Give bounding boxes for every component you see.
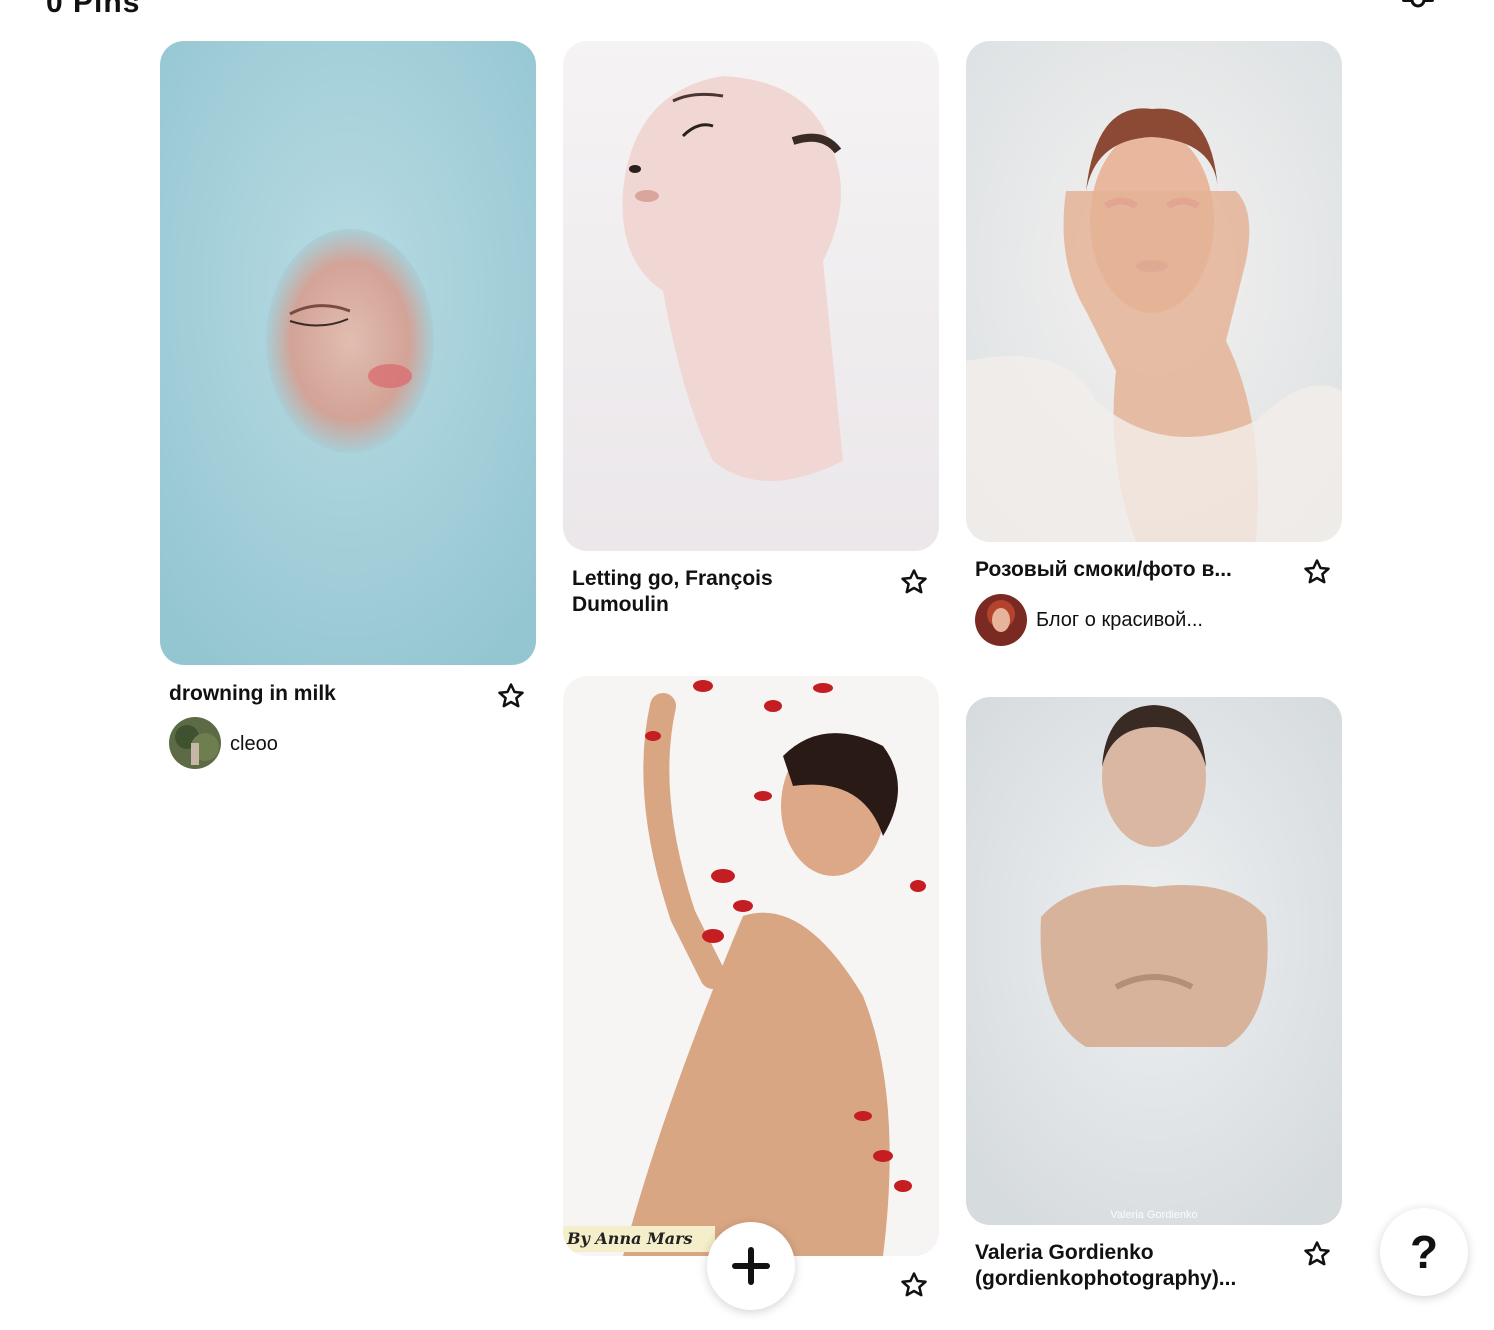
star-icon (1304, 559, 1330, 584)
pin-image[interactable] (160, 41, 536, 665)
pin-watermark: By Anna Mars (563, 1226, 715, 1252)
help-button[interactable]: ? (1380, 1208, 1468, 1296)
pin-author[interactable]: Блог о красивой... (1036, 607, 1203, 633)
star-icon (901, 1272, 927, 1297)
plus-icon (732, 1247, 770, 1285)
add-pin-button[interactable] (707, 1222, 795, 1310)
pin-image[interactable] (563, 41, 939, 551)
pin-title[interactable]: Розовый смоки/фото в... (975, 557, 1265, 583)
avatar[interactable] (975, 594, 1027, 646)
pin-card[interactable]: Розовый смоки/фото в... Блог о красивой.… (966, 41, 1342, 651)
avatar[interactable] (169, 717, 221, 769)
pin-card[interactable]: By Anna Mars (563, 676, 939, 1316)
pin-card[interactable]: Valeria Gordienko Valeria Gordienko (gor… (966, 697, 1342, 1307)
star-icon (1304, 1241, 1330, 1266)
star-button[interactable] (897, 565, 931, 599)
star-icon (901, 569, 927, 594)
star-button[interactable] (897, 1268, 931, 1302)
star-button[interactable] (1300, 555, 1334, 589)
pin-title[interactable]: Letting go, François Dumoulin (572, 566, 872, 618)
filter-icon[interactable] (1398, 0, 1438, 18)
pin-card[interactable]: Letting go, François Dumoulin (563, 41, 939, 631)
star-icon (498, 683, 524, 708)
star-button[interactable] (494, 679, 528, 713)
pin-author[interactable]: cleoo (230, 731, 278, 757)
pin-image[interactable] (966, 41, 1342, 542)
pin-watermark: Valeria Gordienko (1110, 1209, 1198, 1221)
star-button[interactable] (1300, 1237, 1334, 1271)
pin-image[interactable]: Valeria Gordienko (966, 697, 1342, 1225)
pin-card[interactable]: drowning in milk cleoo (160, 41, 536, 771)
help-icon: ? (1409, 1226, 1439, 1278)
pin-count-heading: 0 Pins (46, 0, 141, 19)
pin-title[interactable]: Valeria Gordienko (gordienkophotography)… (975, 1240, 1265, 1292)
pin-image[interactable]: By Anna Mars (563, 676, 939, 1256)
pin-title[interactable]: drowning in milk (169, 681, 469, 707)
